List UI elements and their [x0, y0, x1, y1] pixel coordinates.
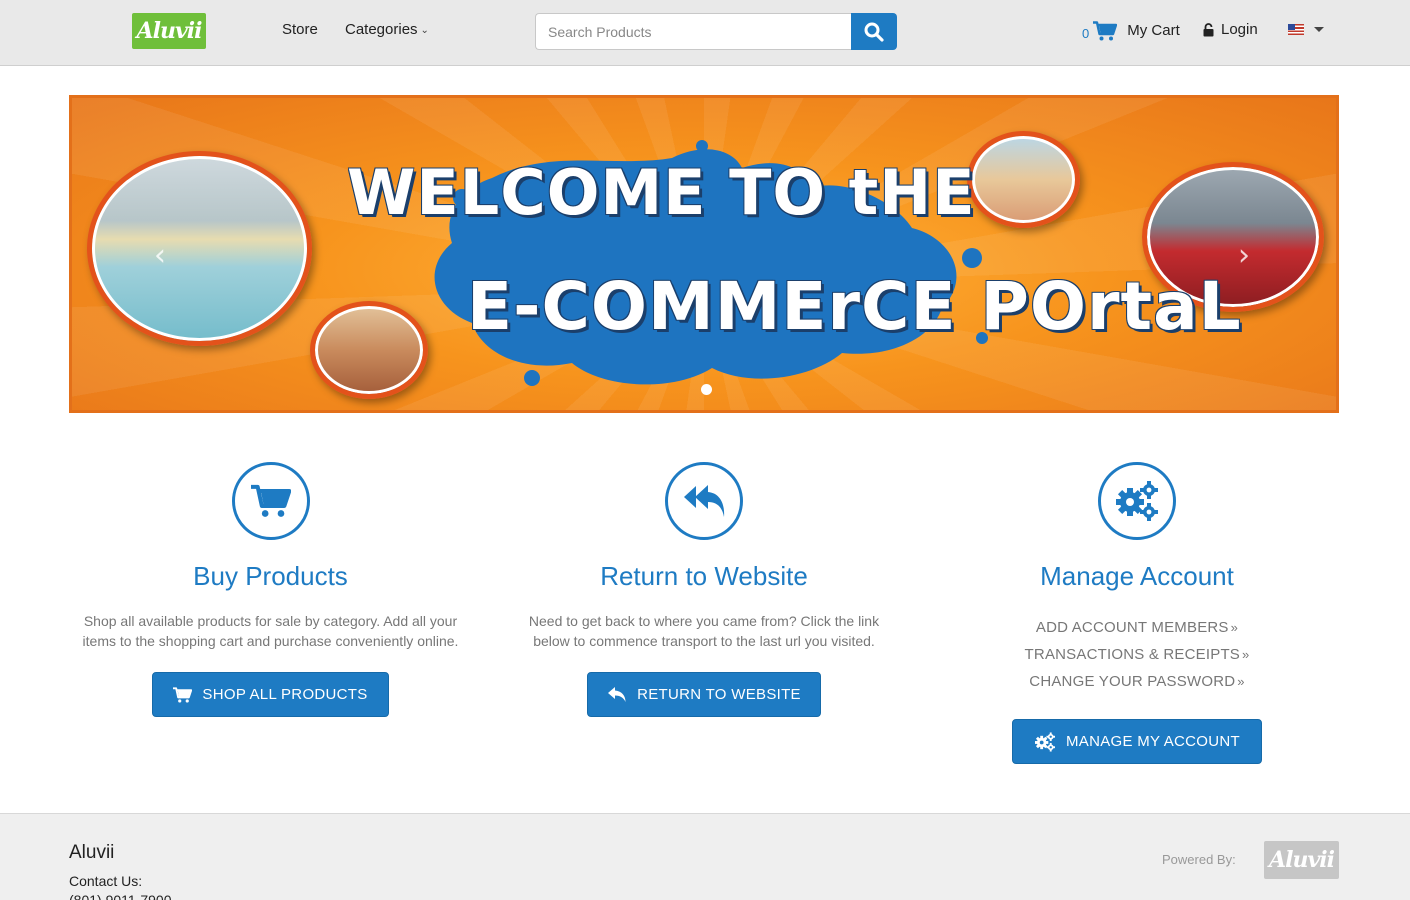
footer-logo-text: Aluvii: [1269, 847, 1335, 873]
nav-categories-dropdown[interactable]: Categories ⌄: [345, 21, 429, 38]
shopping-cart-icon: [173, 686, 193, 703]
manage-account-icon-circle: [1098, 462, 1176, 540]
footer-phone[interactable]: (801) 9011-7900: [69, 892, 171, 900]
search-input[interactable]: [535, 13, 851, 50]
footer-brand: Aluvii: [69, 842, 115, 863]
search-button[interactable]: [851, 13, 897, 50]
photo-group-kids: [310, 301, 428, 399]
us-flag-icon: [1288, 24, 1304, 35]
add-account-members-link[interactable]: ADD ACCOUNT MEMBERS»: [937, 614, 1337, 641]
cart-count: 0: [1082, 26, 1090, 41]
reply-all-icon: [684, 485, 725, 517]
login-label: Login: [1221, 21, 1258, 38]
shop-all-products-button[interactable]: SHOP ALL PRODUCTS: [152, 672, 389, 717]
account-links: ADD ACCOUNT MEMBERS» TRANSACTIONS & RECE…: [937, 614, 1337, 695]
feature-manage-account: Manage Account ADD ACCOUNT MEMBERS» TRAN…: [937, 462, 1337, 764]
carousel-next-chevron-icon[interactable]: ›: [1238, 238, 1250, 273]
manage-my-account-label: MANAGE MY ACCOUNT: [1065, 733, 1240, 750]
login-link[interactable]: Login: [1203, 21, 1258, 38]
feature-return-to-website: Return to Website Need to get back to wh…: [504, 462, 904, 717]
manage-account-title: Manage Account: [1040, 561, 1234, 591]
reply-icon: [608, 687, 626, 702]
feature-buy-products: Buy Products Shop all available products…: [70, 462, 471, 717]
return-to-website-button[interactable]: RETURN TO WEBSITE: [587, 672, 821, 717]
chevron-down-icon: ⌄: [420, 25, 429, 36]
return-to-website-description: Need to get back to where you came from?…: [528, 613, 880, 649]
caret-down-icon: [1314, 27, 1324, 32]
shopping-cart-icon: [250, 484, 291, 517]
search-icon: [864, 22, 884, 42]
double-chevron-right-icon: »: [1242, 647, 1250, 662]
return-icon-circle: [665, 462, 743, 540]
photo-smiling-child: [967, 131, 1080, 228]
photo-water-slides: [87, 151, 312, 346]
return-to-website-label: RETURN TO WEBSITE: [637, 686, 801, 703]
double-chevron-right-icon: »: [1237, 674, 1245, 689]
logo-text: Aluvii: [136, 18, 203, 44]
search-bar: [535, 13, 897, 50]
add-account-members-label: ADD ACCOUNT MEMBERS: [1035, 619, 1229, 636]
aluvii-logo[interactable]: Aluvii: [132, 13, 206, 49]
hero-carousel: WELCOME TO tHE E-COMMErCE POrtaL ‹ ›: [69, 95, 1339, 413]
banner-headline-line1: WELCOME TO tHE: [347, 156, 976, 229]
gears-icon: [1116, 481, 1158, 521]
change-password-link[interactable]: CHANGE YOUR PASSWORD»: [937, 668, 1337, 695]
banner-headline-line2: E-COMMErCE POrtaL: [467, 268, 1242, 345]
carousel-prev-chevron-icon[interactable]: ‹: [154, 238, 166, 273]
nav-store-link[interactable]: Store: [282, 21, 318, 38]
buy-products-icon-circle: [231, 462, 310, 540]
buy-products-title: Buy Products: [193, 561, 348, 591]
cart-label: My Cart: [1127, 22, 1180, 39]
double-chevron-right-icon: »: [1230, 620, 1239, 635]
my-cart-link[interactable]: 0 My Cart: [1082, 20, 1180, 41]
language-selector[interactable]: [1288, 24, 1324, 35]
transactions-receipts-label: TRANSACTIONS & RECEIPTS: [1024, 646, 1241, 663]
transactions-receipts-link[interactable]: TRANSACTIONS & RECEIPTS»: [937, 641, 1337, 668]
unlock-icon: [1203, 22, 1214, 36]
page-footer: Aluvii Contact Us: (801) 9011-7900 Power…: [0, 813, 1410, 900]
shop-all-products-label: SHOP ALL PRODUCTS: [202, 686, 368, 703]
gears-icon: [1034, 731, 1055, 752]
carousel-indicator-dot[interactable]: [701, 384, 712, 395]
top-navbar: Aluvii Store Categories⌄ 0 My Cart Login: [0, 0, 1410, 66]
footer-contact-label: Contact Us:: [69, 873, 143, 889]
buy-products-description: Shop all available products for sale by …: [82, 613, 459, 649]
shopping-cart-icon: [1093, 20, 1118, 40]
change-password-label: CHANGE YOUR PASSWORD: [1029, 673, 1236, 690]
nav-categories-label: Categories: [345, 21, 418, 38]
powered-by-aluvii-logo[interactable]: Aluvii: [1264, 841, 1339, 879]
return-to-website-title: Return to Website: [600, 561, 808, 591]
powered-by-label: Powered By:: [1162, 852, 1236, 867]
manage-my-account-button[interactable]: MANAGE MY ACCOUNT: [1012, 719, 1262, 764]
